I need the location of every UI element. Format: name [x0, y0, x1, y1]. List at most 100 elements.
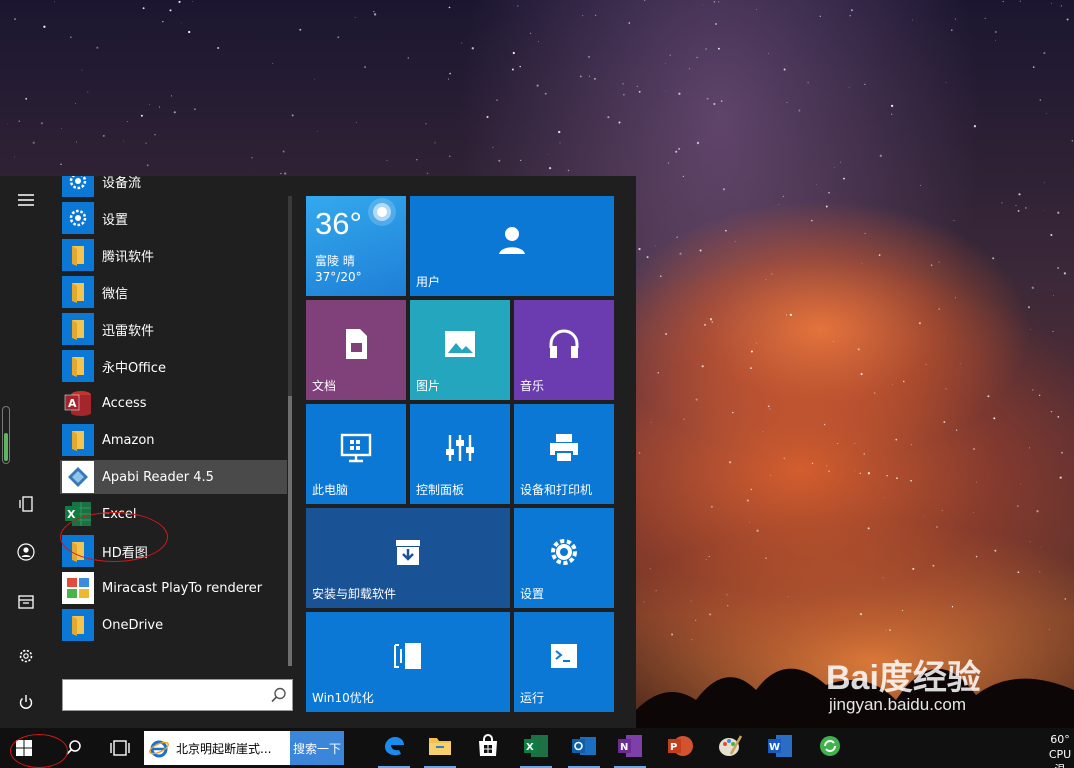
install-box-icon: [396, 540, 420, 565]
hamburger-menu-button[interactable]: [6, 180, 46, 220]
app-list-item[interactable]: Miracast PlayTo renderer: [60, 571, 287, 605]
ie-icon: [149, 740, 169, 758]
outlook-taskbar-button[interactable]: [562, 728, 606, 768]
control-panel-tile-label: 控制面板: [416, 483, 465, 497]
explorer-icon: [428, 735, 452, 761]
control-panel-tile[interactable]: 控制面板: [410, 404, 510, 504]
headphones-icon: [549, 329, 579, 358]
app-list-item[interactable]: Apabi Reader 4.5: [60, 460, 287, 494]
settings-tile[interactable]: 设置: [514, 508, 614, 608]
task-view-button[interactable]: [98, 728, 142, 768]
app-list-item[interactable]: X Excel: [60, 497, 287, 531]
start-search-input[interactable]: [69, 681, 269, 709]
win10-optimize-tile[interactable]: Win10优化: [306, 612, 510, 712]
app-list-item[interactable]: HD看图: [60, 534, 287, 568]
app-list-item[interactable]: 永中Office: [60, 349, 287, 383]
svg-text:W: W: [769, 742, 780, 753]
power-icon: [19, 695, 33, 709]
picture-icon: [445, 331, 475, 357]
app-list-item[interactable]: A Access: [60, 386, 287, 420]
app-list-item[interactable]: 设备流: [60, 176, 287, 198]
app-list-item-label: OneDrive: [102, 617, 164, 633]
user-account-button[interactable]: [6, 532, 46, 572]
install-uninstall-tile[interactable]: 安装与卸载软件: [306, 508, 510, 608]
file-explorer-icon: [18, 595, 34, 609]
gear-icon: [19, 649, 33, 663]
settings-tile-label: 设置: [520, 587, 545, 601]
pictures-tile[interactable]: 图片: [410, 300, 510, 400]
folder-icon: [62, 424, 94, 456]
app-list-scrollbar[interactable]: [288, 196, 292, 666]
file-explorer-button[interactable]: [6, 582, 46, 622]
store-taskbar-button[interactable]: [466, 728, 510, 768]
app-list-item-label: 迅雷软件: [102, 323, 155, 339]
edge-taskbar-button[interactable]: [372, 728, 416, 768]
watermark-logo: Bai度经验: [826, 659, 981, 697]
volume-indicator: [2, 406, 10, 464]
printer-icon: [550, 434, 578, 463]
app-list-item[interactable]: Amazon: [60, 423, 287, 457]
this-pc-tile[interactable]: 此电脑: [306, 404, 406, 504]
tablet-mode-button[interactable]: [6, 484, 46, 524]
excel-icon: X: [523, 734, 549, 762]
app-list-item[interactable]: 微信: [60, 275, 287, 309]
svg-text:X: X: [526, 742, 534, 753]
apabi-icon: [62, 461, 94, 493]
devices-printers-tile[interactable]: 设备和打印机: [514, 404, 614, 504]
paint-taskbar-button[interactable]: [708, 728, 752, 768]
app-list-item-label: 腾讯软件: [102, 249, 155, 265]
refresh-app-icon: [818, 734, 842, 762]
run-tile[interactable]: 运行: [514, 612, 614, 712]
user-tile[interactable]: 用户: [410, 196, 614, 296]
settings-button[interactable]: [6, 636, 46, 676]
explorer-taskbar-button[interactable]: [418, 728, 462, 768]
devices-printers-tile-label: 设备和打印机: [520, 483, 593, 497]
search-icon[interactable]: [270, 686, 288, 704]
excel-taskbar-button[interactable]: X: [514, 728, 558, 768]
task-view-icon: [110, 740, 130, 756]
scrollbar-thumb[interactable]: [288, 396, 292, 666]
start-search-box[interactable]: [62, 679, 293, 711]
weather-city: 富陵 晴: [315, 254, 355, 268]
folder-icon: [62, 239, 94, 271]
start-left-rail: [0, 176, 52, 728]
folder-icon: [62, 609, 94, 641]
music-tile-label: 音乐: [520, 379, 545, 393]
word-taskbar-button[interactable]: W: [758, 728, 802, 768]
gear-icon: [551, 539, 577, 565]
app-list-item[interactable]: 腾讯软件: [60, 238, 287, 272]
documents-tile-label: 文档: [312, 379, 337, 393]
run-terminal-icon: [551, 644, 577, 668]
app-list-item-label: Amazon: [102, 432, 155, 448]
system-tray-cpu-temp: 60° CPU温: [1046, 732, 1074, 768]
run-tile-label: 运行: [520, 691, 545, 705]
paint-icon: [717, 734, 743, 762]
app-list-item-label: Apabi Reader 4.5: [102, 469, 214, 485]
refresh-app-taskbar-button[interactable]: [808, 728, 852, 768]
folder-icon: [62, 350, 94, 382]
taskbar-search-button[interactable]: [52, 728, 96, 768]
app-list-item[interactable]: 迅雷软件: [60, 312, 287, 346]
edge-icon: [382, 734, 406, 762]
music-tile[interactable]: 音乐: [514, 300, 614, 400]
miracast-icon: [62, 572, 94, 604]
folder-icon: [62, 276, 94, 308]
search-icon: [66, 740, 81, 755]
start-button[interactable]: [0, 728, 48, 768]
onenote-taskbar-button[interactable]: N: [608, 728, 652, 768]
app-list-item[interactable]: OneDrive: [60, 608, 287, 642]
weather-tile[interactable]: 36° 富陵 晴 37°/20°: [306, 196, 406, 296]
gear-icon: [62, 176, 94, 197]
app-list-item[interactable]: 设置: [60, 201, 287, 235]
powerpoint-taskbar-button[interactable]: P: [658, 728, 702, 768]
app-list-item-label: 微信: [102, 286, 129, 302]
browser-task-button[interactable]: 北京明起断崖式...: [144, 731, 290, 765]
search-once-button[interactable]: 搜索一下: [290, 731, 344, 765]
taskbar: 北京明起断崖式... 搜索一下 X N P W 60° CPU温: [0, 728, 1074, 768]
documents-tile[interactable]: 文档: [306, 300, 406, 400]
outlook-icon: [571, 734, 597, 762]
svg-text:P: P: [670, 742, 677, 753]
install-uninstall-tile-label: 安装与卸载软件: [312, 587, 397, 601]
power-button[interactable]: [6, 682, 46, 722]
tray-cpu-line: CPU温: [1048, 748, 1072, 768]
